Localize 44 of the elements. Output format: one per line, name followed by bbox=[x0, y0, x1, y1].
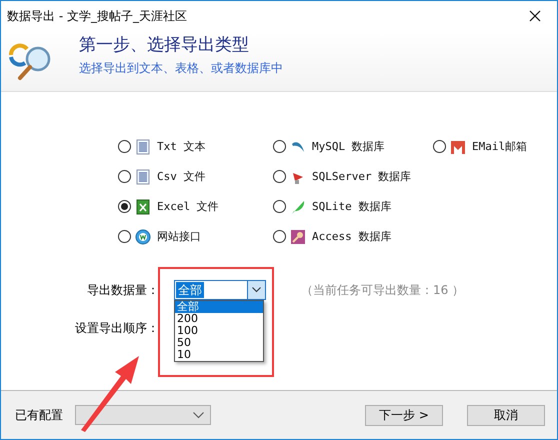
globe-icon bbox=[135, 228, 151, 244]
export-type-label: Access 数据库 bbox=[312, 229, 392, 244]
radio-button[interactable] bbox=[118, 140, 131, 153]
quantity-dropdown[interactable]: 全部 bbox=[174, 280, 266, 300]
order-label: 设置导出顺序： bbox=[74, 320, 159, 336]
export-type-label: EMail邮箱 bbox=[472, 139, 528, 154]
spreadsheet-icon bbox=[135, 198, 151, 214]
export-type-label: Txt 文本 bbox=[157, 139, 206, 154]
cancel-button[interactable]: 取消 bbox=[467, 404, 545, 426]
dropdown-option[interactable]: 100 bbox=[175, 325, 263, 337]
radio-button[interactable] bbox=[433, 140, 446, 153]
radio-button[interactable] bbox=[118, 200, 131, 213]
next-button[interactable]: 下一步 > bbox=[365, 404, 443, 426]
config-dropdown[interactable] bbox=[75, 405, 211, 425]
radio-button[interactable] bbox=[273, 230, 286, 243]
feather-icon bbox=[290, 198, 306, 214]
export-type-label: Excel 文件 bbox=[157, 199, 219, 214]
export-type-label: MySQL 数据库 bbox=[312, 139, 385, 154]
radio-button[interactable] bbox=[273, 200, 286, 213]
mail-icon bbox=[450, 138, 466, 154]
chevron-icon bbox=[193, 412, 204, 418]
window-title: 数据导出 - 文学_搜帖子_天涯社区 bbox=[7, 8, 187, 24]
dropdown-option[interactable]: 200 bbox=[175, 313, 263, 325]
dropdown-option[interactable]: 50 bbox=[175, 337, 263, 349]
export-type-label: SQLServer 数据库 bbox=[312, 169, 412, 184]
dropdown-option[interactable]: 10 bbox=[175, 349, 263, 361]
radio-button[interactable] bbox=[118, 170, 131, 183]
radio-button[interactable] bbox=[273, 140, 286, 153]
count-note: （当前任务可导出数量：16 ） bbox=[301, 282, 464, 298]
text-file-icon bbox=[135, 168, 151, 184]
chevron-icon bbox=[252, 287, 261, 293]
quantity-label: 导出数据量： bbox=[86, 282, 159, 298]
step-subtitle: 选择导出到文本、表格、或者数据库中 bbox=[79, 60, 283, 77]
radio-button[interactable] bbox=[273, 170, 286, 183]
export-type-label: SQLite 数据库 bbox=[312, 199, 392, 214]
export-type-label: Csv 文件 bbox=[157, 169, 206, 184]
dropdown-option[interactable]: 全部 bbox=[175, 301, 263, 313]
text-file-icon bbox=[135, 138, 151, 154]
radio-button[interactable] bbox=[118, 230, 131, 243]
export-type-label: 网站接口 bbox=[157, 229, 201, 244]
key-icon bbox=[290, 228, 306, 244]
step-title: 第一步、选择导出类型 bbox=[79, 34, 250, 56]
close-icon[interactable] bbox=[529, 10, 541, 22]
config-label: 已有配置 bbox=[15, 406, 63, 424]
